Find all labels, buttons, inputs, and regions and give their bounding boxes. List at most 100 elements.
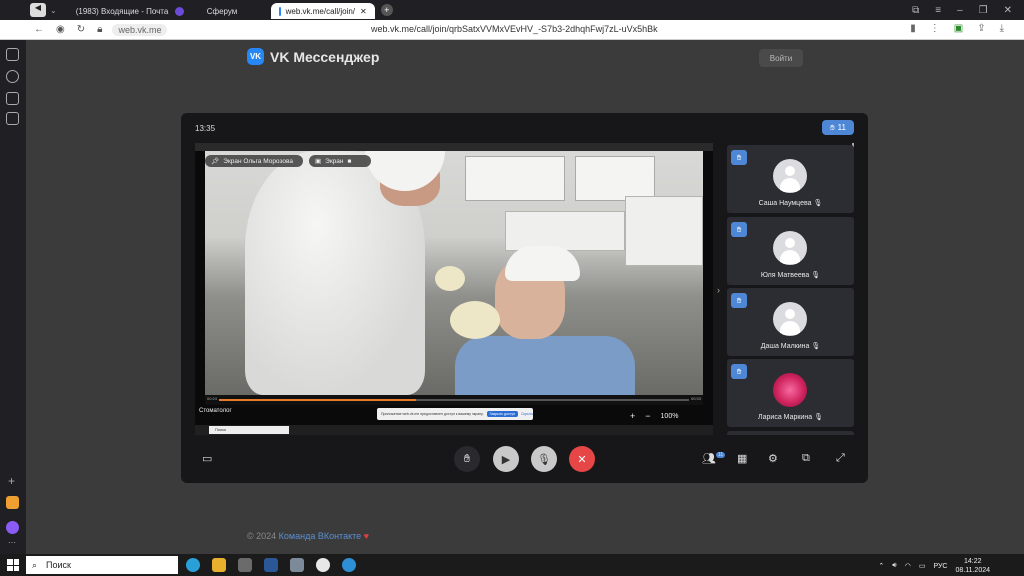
stop-sharing-button[interactable]: Закрыть доступ: [486, 411, 519, 417]
login-button[interactable]: Войти: [759, 49, 803, 67]
shield-icon[interactable]: ◉: [56, 24, 65, 35]
telegram-icon[interactable]: [342, 558, 356, 572]
zoom-out-button[interactable]: −: [645, 411, 650, 421]
restore-icon[interactable]: ❐: [979, 5, 988, 16]
fullscreen-icon[interactable]: ⤢: [836, 452, 845, 465]
windows-start-icon[interactable]: [7, 559, 19, 571]
more-icon[interactable]: ⋮: [930, 23, 940, 34]
reload-icon[interactable]: ↻: [77, 24, 85, 35]
new-tab-button[interactable]: +: [380, 4, 393, 16]
collections-icon[interactable]: [6, 48, 19, 61]
end-call-button[interactable]: ✕: [569, 446, 595, 472]
bookmark-icon[interactable]: ▮: [910, 23, 916, 34]
speaker-icon[interactable]: 🔊︎: [892, 562, 896, 570]
zoom-controls: + − 100%: [630, 411, 678, 421]
language-indicator[interactable]: РУС: [933, 563, 947, 570]
player-time-left: 00:24: [207, 396, 218, 401]
mic-off-icon: 🎙︎: [811, 343, 821, 350]
bookmarks-icon[interactable]: ⧉: [912, 5, 919, 16]
tab-label: Сферум: [206, 6, 238, 16]
tab-mail[interactable]: (1983) Входящие - Почта: [63, 3, 169, 19]
domain-pill[interactable]: web.vk.me: [112, 23, 168, 36]
mail-app-icon[interactable]: [6, 496, 19, 509]
explorer-icon[interactable]: [212, 558, 226, 572]
avatar: [773, 373, 807, 407]
alice-icon[interactable]: [6, 521, 19, 534]
more-icon[interactable]: ⋯: [8, 538, 16, 547]
share-banner-text: Приложение web.vk.me предоставлен доступ…: [381, 412, 484, 416]
taskbar-apps: [186, 558, 356, 572]
raised-hands-badge[interactable]: ✋︎ 11: [822, 120, 854, 135]
participant-name: Юля Матвеева 🎙︎: [760, 272, 821, 279]
word-icon[interactable]: [264, 558, 278, 572]
lab-window: [575, 156, 655, 201]
sound-icon[interactable]: ◀: [30, 3, 46, 17]
pip-icon[interactable]: ▭: [202, 452, 212, 465]
screen-share[interactable]: 📌︎ Экран Ольга Морозова ▣ Экран ■ 00:24 …: [195, 143, 713, 435]
hand-icon: ✋︎: [731, 364, 747, 379]
share-icon[interactable]: ⇪: [977, 23, 985, 34]
hide-banner-link[interactable]: Скрыть: [521, 412, 533, 416]
minimize-icon[interactable]: –: [957, 5, 963, 16]
back-icon[interactable]: ←: [34, 24, 44, 35]
participant-tile[interactable]: ✋︎ Лариса Маркина 🎙︎: [727, 359, 854, 427]
layout-icon[interactable]: ⧉: [802, 452, 810, 465]
clock[interactable]: 14:22 08.11.2024: [955, 557, 990, 575]
screen-owner-chip[interactable]: 📌︎ Экран Ольга Морозова: [205, 155, 303, 167]
player-progress[interactable]: 00:24 00:53: [205, 395, 703, 405]
tab-sferum[interactable]: Сферум: [167, 3, 271, 19]
vk-tab-icon: [278, 6, 281, 16]
logo-text: VK Мессенджер: [270, 48, 380, 65]
video-frame: [205, 151, 703, 395]
download-icon[interactable]: ⤓: [1000, 23, 1004, 34]
url-text[interactable]: web.vk.me/call/join/qrbSatxVVMxVEvHV_-S7…: [371, 24, 658, 34]
system-tray: ⌃ 🔊︎ ◠ ▭ РУС 14:22 08.11.2024: [878, 557, 990, 575]
gear-icon[interactable]: ⚙: [768, 452, 778, 465]
footer-link[interactable]: Команда ВКонтакте: [279, 531, 361, 541]
participants-badge: 11: [715, 452, 726, 458]
tab-label: (1983) Входящие - Почта: [75, 6, 169, 16]
shared-window-titlebar: [195, 143, 713, 151]
settings-icon[interactable]: [6, 112, 19, 125]
add-icon[interactable]: +: [8, 474, 15, 488]
extension-icon[interactable]: ▣: [954, 23, 963, 34]
tab-bar: ◀ ⌄ (1983) Входящие - Почта Сферум web.v…: [0, 0, 1024, 20]
tabs-dropdown-icon[interactable]: ⌄: [50, 6, 57, 15]
participant-tile[interactable]: [727, 431, 854, 435]
app-icon[interactable]: [290, 558, 304, 572]
chevron-right-icon[interactable]: ›: [717, 285, 720, 295]
mic-off-button[interactable]: 🎙︎: [531, 446, 557, 472]
chevron-up-icon[interactable]: ⌃: [878, 562, 884, 570]
close-icon[interactable]: ✕: [360, 7, 367, 16]
screen-chip[interactable]: ▣ Экран ■: [309, 155, 371, 167]
shared-search: Поиск: [209, 426, 289, 434]
windows-search[interactable]: ⌕ Поиск: [26, 556, 178, 574]
camera-off-button[interactable]: ▶︎: [493, 446, 519, 472]
battery-icon[interactable]: ▭: [919, 562, 926, 570]
video-icon[interactable]: [6, 70, 19, 83]
grid-icon[interactable]: ▦: [737, 452, 747, 465]
yandex-browser-icon[interactable]: [316, 558, 330, 572]
vk-messenger-logo[interactable]: VK VK Мессенджер: [247, 48, 379, 65]
zoom-in-button[interactable]: +: [630, 411, 635, 421]
clock-time: 14:22: [963, 558, 982, 565]
lab-cabinet: [625, 196, 703, 266]
close-window-icon[interactable]: ✕: [1004, 5, 1012, 16]
participant-tile[interactable]: ✋︎ Юля Матвеева 🎙︎: [727, 217, 854, 285]
menu-icon[interactable]: ≡: [935, 5, 941, 16]
participant-tile[interactable]: ✋︎ Даша Малкина 🎙︎: [727, 288, 854, 356]
edge-icon[interactable]: [186, 558, 200, 572]
search-icon: ⌕: [32, 559, 38, 570]
lock-icon[interactable]: 🔒︎: [97, 24, 102, 35]
app-icon[interactable]: [238, 558, 252, 572]
patient-cape: [455, 336, 635, 395]
apps-icon[interactable]: [6, 92, 19, 105]
participants-icon[interactable]: 👥︎ 11: [702, 452, 726, 465]
mic-off-icon: 🎙︎: [811, 272, 821, 279]
wifi-icon[interactable]: ◠: [905, 562, 911, 570]
hand-icon: ✋︎: [731, 293, 747, 308]
raise-hand-button[interactable]: ✋︎: [454, 446, 480, 472]
participant-tile[interactable]: ✋︎ Саша Наумцева 🎙︎: [727, 145, 854, 213]
tab-vk-call[interactable]: web.vk.me/call/join/ ✕: [270, 3, 375, 19]
lab-window: [465, 156, 565, 201]
